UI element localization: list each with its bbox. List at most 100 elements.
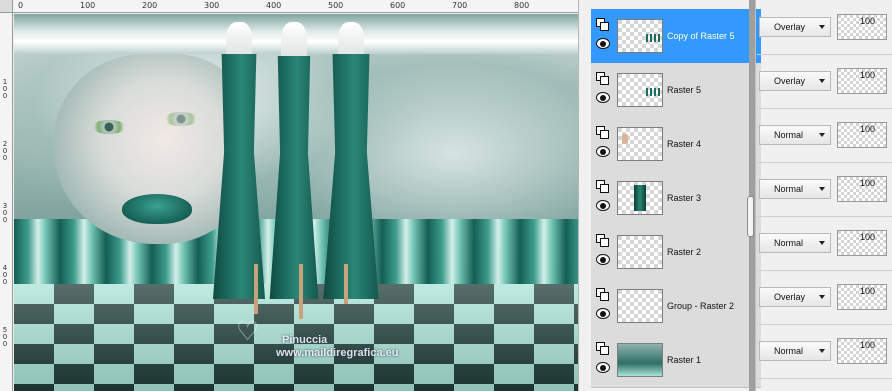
horizontal-ruler: 0 100 200 300 400 500 600 700 800: [13, 0, 578, 13]
layer-name: Raster 4: [667, 139, 702, 149]
ruler-tick-label: 400: [2, 264, 8, 286]
ruler-tick-label: 200: [142, 1, 158, 10]
layer-thumbnail: [617, 73, 663, 107]
watermark-url: www.maildiregrafica.eu: [276, 347, 399, 359]
opacity-field[interactable]: 100: [837, 14, 887, 40]
mannequin-right: [314, 14, 389, 314]
layer-blend-controls: Overlay 100: [757, 0, 892, 55]
image-canvas[interactable]: ♡ Pinuccia www.maildiregrafica.eu: [14, 14, 578, 391]
eye-icon[interactable]: [596, 254, 610, 265]
chevron-down-icon: [819, 133, 825, 137]
opacity-field[interactable]: 100: [837, 122, 887, 148]
opacity-value: 100: [860, 286, 876, 296]
opacity-value: 100: [860, 340, 876, 350]
raster-layer-icon[interactable]: [596, 126, 609, 139]
ruler-corner: [0, 0, 13, 13]
ruler-tick-label: 700: [452, 1, 468, 10]
watermark-name: Pinuccia: [282, 334, 328, 346]
chevron-down-icon: [819, 25, 825, 29]
blend-mode-select[interactable]: Normal: [759, 125, 831, 145]
opacity-value: 100: [860, 16, 876, 26]
layer-blend-controls: Overlay 100: [757, 54, 892, 109]
blend-mode-column: Overlay 100 Overlay 100 Normal 100 Normal 100 No…: [757, 0, 892, 391]
chevron-down-icon: [819, 241, 825, 245]
raster-layer-icon[interactable]: [596, 180, 609, 193]
layer-blend-controls: Normal 100: [757, 162, 892, 217]
blend-mode-value: Overlay: [774, 292, 806, 302]
opacity-value: 100: [860, 232, 876, 242]
ruler-tick-label: 300: [2, 202, 8, 224]
ruler-tick-label: 400: [266, 1, 282, 10]
layer-row[interactable]: Raster 3: [591, 171, 761, 226]
opacity-value: 100: [860, 70, 876, 80]
blend-mode-value: Normal: [774, 238, 804, 248]
eye-icon[interactable]: [596, 146, 610, 157]
eye-icon[interactable]: [596, 200, 610, 211]
layer-row[interactable]: Raster 4: [591, 117, 761, 172]
layer-name: Group - Raster 2: [667, 301, 735, 311]
opacity-value: 100: [860, 178, 876, 188]
blend-mode-value: Normal: [774, 184, 804, 194]
ruler-tick-label: 600: [390, 1, 406, 10]
right-eye: [164, 112, 198, 126]
opacity-field[interactable]: 100: [837, 338, 887, 364]
vertical-ruler: 100 200 300 400 500: [0, 13, 13, 391]
ruler-tick-label: 0: [18, 1, 24, 10]
chevron-down-icon: [819, 295, 825, 299]
layer-row[interactable]: Group - Raster 2: [591, 279, 761, 334]
layer-name: Raster 3: [667, 193, 702, 203]
blend-mode-select[interactable]: Normal: [759, 341, 831, 361]
ruler-tick-label: 100: [80, 1, 96, 10]
dress-right: [323, 54, 379, 299]
layer-list: Copy of Raster 5 Raster 5 Raster 4 Raster 3…: [591, 9, 761, 391]
opacity-field[interactable]: 100: [837, 230, 887, 256]
watermark-heart-logo: ♡: [236, 317, 260, 347]
layer-thumbnail: [617, 343, 663, 377]
raster-layer-icon[interactable]: [596, 288, 609, 301]
lips: [122, 194, 192, 224]
blend-mode-select[interactable]: Overlay: [759, 71, 831, 91]
blend-mode-value: Normal: [774, 130, 804, 140]
blend-mode-value: Overlay: [774, 76, 806, 86]
layer-row[interactable]: Raster 5: [591, 63, 761, 118]
raster-layer-icon[interactable]: [596, 342, 609, 355]
raster-layer-icon[interactable]: [596, 234, 609, 247]
ruler-tick-label: 500: [328, 1, 344, 10]
opacity-field[interactable]: 100: [837, 284, 887, 310]
ruler-tick-label: 200: [2, 140, 8, 162]
eye-icon[interactable]: [596, 362, 610, 373]
layer-thumbnail: [617, 181, 663, 215]
layer-row[interactable]: Raster 1: [591, 333, 761, 388]
blend-mode-value: Overlay: [774, 22, 806, 32]
opacity-value: 100: [860, 124, 876, 134]
layer-name: Raster 1: [667, 355, 702, 365]
raster-layer-icon[interactable]: [596, 72, 609, 85]
opacity-field[interactable]: 100: [837, 176, 887, 202]
eye-icon[interactable]: [596, 308, 610, 319]
blend-mode-select[interactable]: Overlay: [759, 287, 831, 307]
layer-name: Raster 2: [667, 247, 702, 257]
blend-mode-select[interactable]: Normal: [759, 233, 831, 253]
layer-thumbnail: [617, 19, 663, 53]
layer-thumbnail: [617, 235, 663, 269]
eye-icon[interactable]: [596, 38, 610, 49]
blend-mode-select[interactable]: Normal: [759, 179, 831, 199]
layer-blend-controls: Normal 100: [757, 324, 892, 379]
eye-icon[interactable]: [596, 92, 610, 103]
chevron-down-icon: [819, 187, 825, 191]
layer-name: Raster 5: [667, 85, 702, 95]
raster-layer-icon[interactable]: [596, 18, 609, 31]
layer-blend-controls: Normal 100: [757, 216, 892, 271]
ruler-tick-label: 500: [2, 326, 8, 348]
layer-row[interactable]: Raster 2: [591, 225, 761, 280]
ruler-tick-label: 800: [514, 1, 530, 10]
palette-divider: [755, 0, 756, 391]
canvas-area: 0 100 200 300 400 500 600 700 800 100 200 300 400 50…: [0, 0, 578, 391]
layer-blend-controls: Normal 100: [757, 108, 892, 163]
chevron-down-icon: [819, 79, 825, 83]
palette-scroll-thumb[interactable]: [747, 196, 754, 237]
layer-row[interactable]: Copy of Raster 5: [591, 9, 761, 64]
opacity-field[interactable]: 100: [837, 68, 887, 94]
layer-name: Copy of Raster 5: [667, 31, 735, 41]
blend-mode-select[interactable]: Overlay: [759, 17, 831, 37]
